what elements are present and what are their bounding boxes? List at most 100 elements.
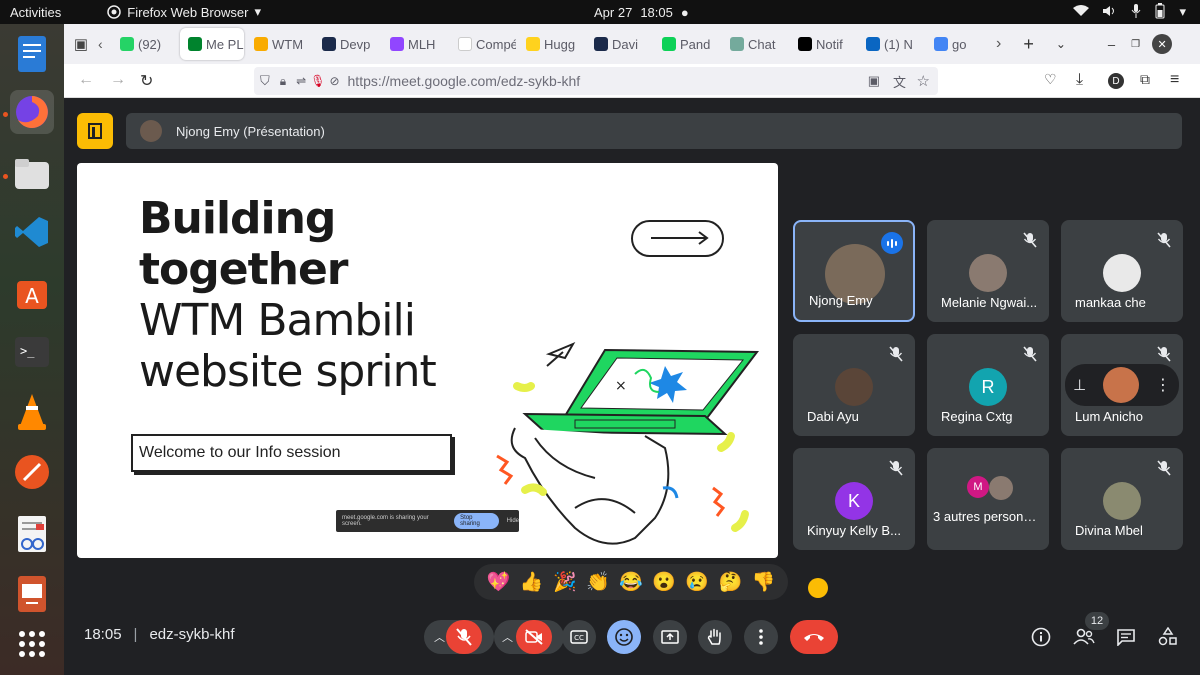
browser-tab[interactable]: (92) bbox=[112, 28, 178, 60]
dock-terminal-icon[interactable]: >_ bbox=[10, 330, 54, 374]
reaction-emoji[interactable]: 💖 bbox=[487, 573, 511, 592]
meeting-details-button[interactable] bbox=[1028, 624, 1054, 650]
pocket-icon[interactable]: ♡ bbox=[1044, 71, 1057, 88]
close-window-button[interactable]: ✕ bbox=[1152, 34, 1173, 54]
reaction-emoji[interactable]: 🎉 bbox=[553, 573, 577, 592]
browser-tab[interactable]: (1) N bbox=[858, 28, 924, 60]
participant-avatar bbox=[989, 476, 1013, 500]
participant-tile[interactable]: M 3 autres personnes bbox=[927, 448, 1049, 550]
more-options-button[interactable] bbox=[744, 620, 778, 654]
tab-overview-icon[interactable]: ▣ bbox=[64, 35, 98, 53]
participant-tile[interactable]: Lum Anicho ⊥ ⋮ bbox=[1061, 334, 1183, 436]
slides-icon bbox=[254, 37, 268, 51]
browser-tab[interactable]: Hugg bbox=[518, 28, 584, 60]
participant-tile[interactable]: Divina Mbel bbox=[1061, 448, 1183, 550]
people-button[interactable] bbox=[1071, 624, 1097, 650]
reaction-emoji[interactable]: 👎 bbox=[752, 573, 776, 592]
dock-vlc-icon[interactable] bbox=[10, 390, 54, 434]
browser-tab[interactable]: Pand bbox=[654, 28, 720, 60]
raise-hand-button[interactable] bbox=[698, 620, 732, 654]
more-vert-icon[interactable]: ⋮ bbox=[1155, 375, 1171, 395]
reaction-emoji[interactable]: 😮 bbox=[652, 573, 676, 592]
shield-icon: ⛉ bbox=[260, 73, 270, 88]
system-tray[interactable]: ▾ bbox=[1073, 2, 1186, 22]
dock-impress-icon[interactable] bbox=[10, 572, 54, 616]
browser-tab[interactable]: Devp bbox=[314, 28, 380, 60]
activities-panel-button[interactable] bbox=[1155, 624, 1181, 650]
participant-tile[interactable]: R Regina Cxtg bbox=[927, 334, 1049, 436]
dock-software-center-icon[interactable]: A bbox=[10, 270, 54, 314]
pin-icon[interactable]: ⊥ bbox=[1073, 376, 1086, 394]
back-button[interactable]: ← bbox=[78, 71, 94, 89]
show-apps-grid-icon[interactable] bbox=[10, 622, 54, 666]
mic-toggle-button[interactable] bbox=[446, 620, 482, 654]
welcome-box: Welcome to our Info session bbox=[131, 434, 452, 472]
browser-tab[interactable]: MLH bbox=[382, 28, 448, 60]
camera-toggle-button[interactable] bbox=[516, 620, 552, 654]
participant-tile[interactable]: Dabi Ayu bbox=[793, 334, 915, 436]
presenter-pin-button[interactable] bbox=[77, 113, 113, 149]
present-button[interactable] bbox=[653, 620, 687, 654]
leave-call-button[interactable] bbox=[790, 620, 838, 654]
browser-tab[interactable]: Compéti bbox=[450, 28, 516, 60]
participant-tile[interactable]: mankaa che bbox=[1061, 220, 1183, 322]
scroll-left-icon[interactable]: ‹ bbox=[98, 36, 112, 52]
hide-button[interactable]: Hide bbox=[507, 518, 519, 524]
participant-tile[interactable]: Melanie Ngwai... bbox=[927, 220, 1049, 322]
participant-tile[interactable]: Njong Emy bbox=[793, 220, 915, 322]
svg-text:A: A bbox=[25, 284, 39, 308]
skin-tone-selector[interactable] bbox=[808, 578, 828, 598]
url-bar[interactable]: ⛉ 🔒︎ ⇌ 🎙︎ ⊘ https://meet.google.com/edz-… bbox=[254, 67, 938, 95]
minimize-button[interactable]: – bbox=[1108, 37, 1115, 52]
dock-document-viewer-icon[interactable] bbox=[10, 512, 54, 556]
stop-sharing-button[interactable]: Stop sharing bbox=[454, 513, 499, 529]
account-avatar[interactable]: D bbox=[1108, 73, 1124, 89]
reaction-emoji[interactable]: 🤔 bbox=[718, 573, 742, 592]
translate-icon[interactable]: 文 bbox=[893, 72, 906, 91]
bookmark-star-icon[interactable]: ☆ bbox=[917, 72, 930, 90]
power-icon: ▾ bbox=[1179, 4, 1186, 19]
dock-writer-icon[interactable] bbox=[10, 32, 54, 76]
participant-tile[interactable]: K Kinyuy Kelly B... bbox=[793, 448, 915, 550]
captions-button[interactable]: CC bbox=[562, 620, 596, 654]
activities-button[interactable]: Activities bbox=[10, 5, 61, 20]
downloads-icon[interactable]: ⤓ bbox=[1076, 71, 1083, 89]
participant-name: Melanie Ngwai... bbox=[941, 295, 1038, 310]
chevron-up-icon[interactable]: ︿ bbox=[502, 629, 513, 645]
url-text[interactable]: https://meet.google.com/edz-sykb-khf bbox=[348, 73, 581, 89]
scroll-right-icon[interactable]: › bbox=[996, 35, 1001, 53]
whatsapp-icon bbox=[120, 37, 134, 51]
app-menu[interactable]: Firefox Web Browser ▾ bbox=[107, 4, 261, 20]
browser-tab[interactable]: Chat bbox=[722, 28, 788, 60]
browser-tab[interactable]: go bbox=[926, 28, 992, 60]
dock-files-icon[interactable] bbox=[10, 152, 54, 196]
reaction-emoji[interactable]: 😂 bbox=[619, 573, 643, 592]
twitch-icon bbox=[390, 37, 404, 51]
chat-button[interactable] bbox=[1113, 624, 1139, 650]
restore-button[interactable]: ❐ bbox=[1131, 39, 1140, 50]
list-all-tabs-icon[interactable]: ⌄ bbox=[1056, 37, 1066, 51]
clock[interactable]: Apr 27 18:05 ● bbox=[594, 5, 689, 20]
tab-label: WTM bbox=[272, 36, 304, 52]
browser-tab[interactable]: Me PL✕ bbox=[180, 28, 244, 60]
mic-off-icon bbox=[889, 346, 905, 362]
forward-button[interactable]: → bbox=[110, 71, 126, 89]
browser-tab[interactable]: WTM bbox=[246, 28, 312, 60]
tab-label: Me PL bbox=[206, 36, 244, 52]
dock-vscode-icon[interactable] bbox=[10, 210, 54, 254]
chevron-up-icon[interactable]: ︿ bbox=[434, 629, 445, 645]
dock-color-picker-icon[interactable] bbox=[10, 450, 54, 494]
browser-tab[interactable]: Davi bbox=[586, 28, 652, 60]
reload-button[interactable]: ↻ bbox=[140, 71, 153, 91]
menu-icon[interactable]: ≡ bbox=[1170, 71, 1179, 89]
extensions-icon[interactable]: ⧉ bbox=[1140, 71, 1150, 88]
reactions-button[interactable] bbox=[607, 620, 641, 654]
reaction-emoji[interactable]: 👍 bbox=[520, 573, 544, 592]
new-tab-button[interactable]: + bbox=[1023, 34, 1034, 55]
dock-firefox-icon[interactable] bbox=[10, 90, 54, 134]
meeting-code[interactable]: edz-sykb-khf bbox=[149, 626, 234, 643]
reaction-emoji[interactable]: 👏 bbox=[586, 573, 610, 592]
browser-tab[interactable]: Notif bbox=[790, 28, 856, 60]
reaction-emoji[interactable]: 😢 bbox=[685, 573, 709, 592]
tab-label: (92) bbox=[138, 36, 162, 52]
